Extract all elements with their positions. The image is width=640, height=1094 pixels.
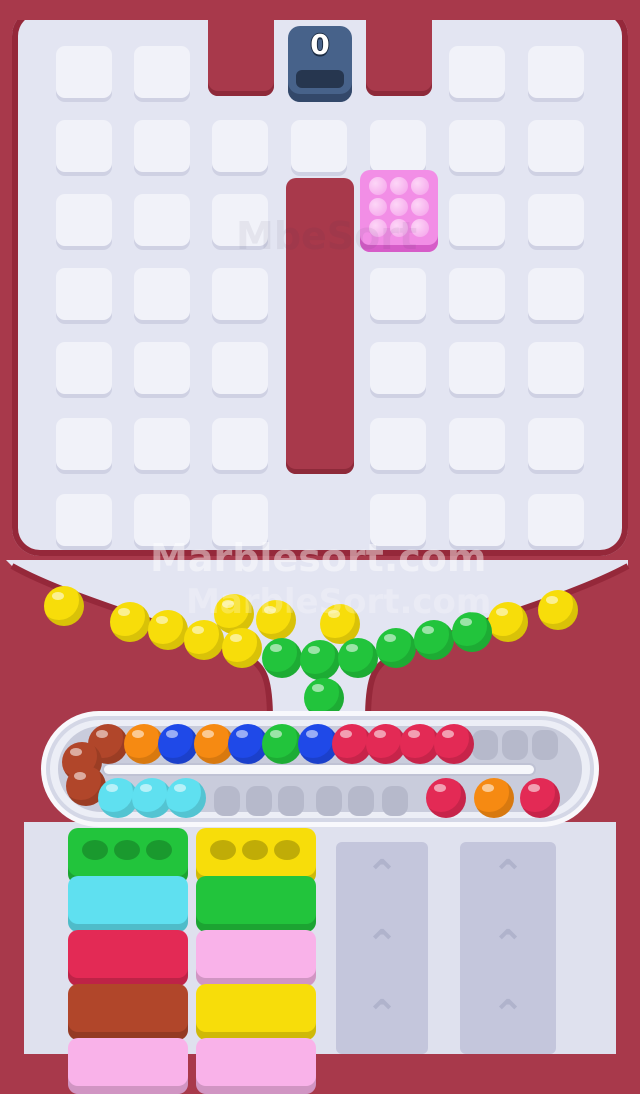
grid-tile — [370, 342, 426, 394]
watermark-faint: MbeSort — [236, 214, 418, 258]
chevron-up-icon: ⌃ — [491, 992, 525, 1038]
watermark-echo: MarbleSort.com — [186, 582, 492, 622]
yellow-box — [196, 984, 316, 1040]
box-hole — [242, 840, 268, 860]
grid-tile — [528, 120, 584, 172]
grid-tile — [56, 418, 112, 470]
green-marble — [262, 638, 302, 678]
grid-tile — [449, 46, 505, 98]
grid-tile — [56, 268, 112, 320]
green-marble — [376, 628, 416, 668]
chevron-up-icon: ⌃ — [491, 852, 525, 898]
grid-tile — [134, 418, 190, 470]
grid-tile — [528, 418, 584, 470]
cyan-box — [68, 876, 188, 932]
empty-slot — [316, 786, 342, 816]
red-marble — [426, 778, 466, 818]
empty-slot — [278, 786, 304, 816]
grid-tile — [449, 194, 505, 246]
marble-counter: 0 — [288, 26, 352, 102]
grid-tile — [528, 46, 584, 98]
yellow-marble — [44, 586, 84, 626]
lightpink-box — [68, 1038, 188, 1094]
empty-slot — [246, 786, 272, 816]
box-hole — [114, 840, 140, 860]
grid-tile — [212, 268, 268, 320]
grid-tile — [56, 194, 112, 246]
grid-tile — [528, 494, 584, 546]
yellow-marble — [538, 590, 578, 630]
grid-tile — [449, 268, 505, 320]
grid-tile — [134, 46, 190, 98]
box-hole — [82, 840, 108, 860]
grid-tile — [134, 342, 190, 394]
green-marble — [304, 678, 344, 718]
grid-tile — [134, 120, 190, 172]
grid-tile — [212, 418, 268, 470]
pink-marble — [411, 177, 429, 195]
grid-tile — [370, 268, 426, 320]
green-marble — [414, 620, 454, 660]
grid-tile — [56, 120, 112, 172]
green-marble — [262, 724, 302, 764]
yellow-marble — [148, 610, 188, 650]
red-marble — [520, 778, 560, 818]
orange-marble — [474, 778, 514, 818]
conveyor-divider — [104, 765, 534, 774]
grid-tile — [134, 268, 190, 320]
grid-tile — [370, 418, 426, 470]
box-hole — [274, 840, 300, 860]
yellow-marble — [222, 628, 262, 668]
box-hole — [146, 840, 172, 860]
grid-tile — [56, 494, 112, 546]
yellow-marble — [488, 602, 528, 642]
blue-marble — [158, 724, 198, 764]
empty-slot — [532, 730, 558, 760]
top-frame — [0, 0, 640, 20]
counter-slot — [296, 70, 344, 88]
grid-tile — [449, 342, 505, 394]
chevron-up-icon: ⌃ — [365, 852, 399, 898]
empty-slot — [472, 730, 498, 760]
empty-slot — [382, 786, 408, 816]
green-marble — [300, 640, 340, 680]
watermark-main: Marblesort.com — [150, 536, 487, 580]
empty-slot — [502, 730, 528, 760]
empty-slot — [214, 786, 240, 816]
cyan-marble — [166, 778, 206, 818]
brown-box — [68, 984, 188, 1040]
pink-marble — [369, 177, 387, 195]
chevron-up-icon: ⌃ — [491, 922, 525, 968]
grid-tile — [528, 342, 584, 394]
grid-tile — [528, 194, 584, 246]
red-box — [68, 930, 188, 986]
empty-slot — [348, 786, 374, 816]
yellow-marble — [110, 602, 150, 642]
locked-column-3[interactable]: ⌃ ⌃ ⌃ — [336, 842, 428, 1054]
green-marble — [338, 638, 378, 678]
box-hole — [210, 840, 236, 860]
grid-tile — [134, 194, 190, 246]
pink-marble — [390, 177, 408, 195]
green-box — [196, 876, 316, 932]
locked-column-4[interactable]: ⌃ ⌃ ⌃ — [460, 842, 556, 1054]
grid-tile — [449, 120, 505, 172]
chevron-up-icon: ⌃ — [365, 992, 399, 1038]
grid-tile — [212, 120, 268, 172]
grid-tile — [56, 342, 112, 394]
lightpink-box — [196, 1038, 316, 1094]
grid-tile — [291, 120, 347, 172]
chevron-up-icon: ⌃ — [365, 922, 399, 968]
counter-value: 0 — [310, 28, 330, 61]
grid-tile — [370, 120, 426, 172]
grid-tile — [528, 268, 584, 320]
lightpink-box — [196, 930, 316, 986]
grid-tile — [212, 342, 268, 394]
grid-tile — [56, 46, 112, 98]
grid-tile — [449, 418, 505, 470]
red-marble — [434, 724, 474, 764]
